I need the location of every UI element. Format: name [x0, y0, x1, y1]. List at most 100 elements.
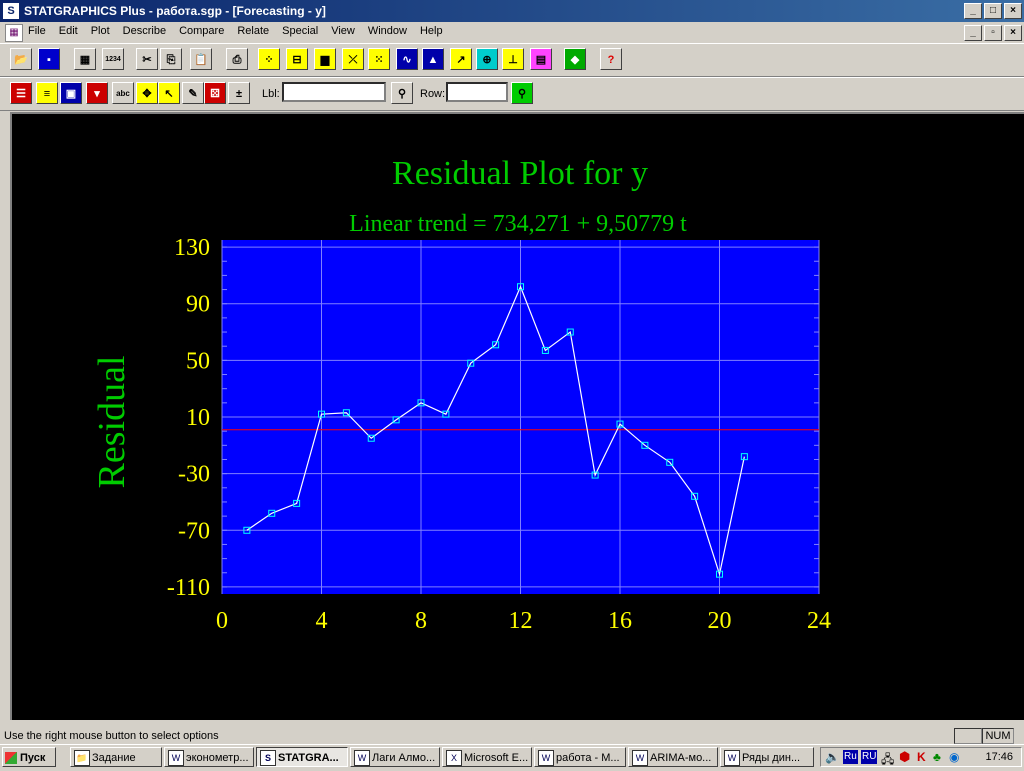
- save-button[interactable]: ▪: [38, 48, 60, 70]
- system-tray: Ru RU 🔈 🖧 ⬢ K ♣ ◉ 17:46: [820, 747, 1022, 767]
- tray-globe-icon[interactable]: ◉: [949, 750, 959, 764]
- open-button[interactable]: 📂: [10, 48, 32, 70]
- print-button[interactable]: ⎙: [226, 48, 248, 70]
- taskbar-button[interactable]: X Microsoft E...: [442, 747, 532, 767]
- keyboard-layout-indicator[interactable]: RU: [861, 750, 878, 764]
- matrix-button[interactable]: ⁙: [368, 48, 390, 70]
- taskbar-button[interactable]: Wэконометр...: [164, 747, 254, 767]
- statadvisor-button[interactable]: ◆: [564, 48, 586, 70]
- task-app-icon: S: [260, 750, 276, 766]
- print-icon: ⎙: [232, 54, 242, 66]
- data-save-button[interactable]: 1234: [102, 48, 124, 70]
- timeseries-icon: ∿: [402, 54, 412, 66]
- paste-button[interactable]: 📋: [190, 48, 212, 70]
- scatter-button[interactable]: ⁘: [258, 48, 280, 70]
- save-results-button[interactable]: ▾: [86, 82, 108, 104]
- start-button[interactable]: Пуск: [2, 747, 56, 767]
- minimize-button[interactable]: _: [964, 3, 982, 19]
- input-dialog-button[interactable]: ☰: [10, 82, 32, 104]
- residual-chart[interactable]: Residual Plot for y Linear trend = 734,2…: [12, 114, 1024, 720]
- y-tick-label: 130: [174, 235, 210, 261]
- y-tick-label: 90: [186, 292, 210, 318]
- close-button[interactable]: ×: [1004, 3, 1022, 19]
- find-row-button[interactable]: ⚲: [511, 82, 533, 104]
- task-app-icon: W: [354, 750, 370, 766]
- help-icon: ?: [607, 54, 615, 66]
- cut-icon: ✂: [142, 54, 152, 66]
- analysis-options-button[interactable]: abc: [112, 82, 134, 104]
- trend-button[interactable]: ↗: [450, 48, 472, 70]
- menu-compare[interactable]: Compare: [179, 25, 224, 37]
- exclude-button[interactable]: ↖: [158, 82, 180, 104]
- menu-special[interactable]: Special: [282, 25, 318, 37]
- lbl-input[interactable]: [282, 82, 386, 102]
- brush-button[interactable]: ✎: [182, 82, 204, 104]
- menu-bar: ▦ File Edit Plot Describe Compare Relate Speci…: [0, 22, 1024, 42]
- find-label-button[interactable]: ⚲: [391, 82, 413, 104]
- spreadsheet-button[interactable]: ▦: [74, 48, 96, 70]
- paste-icon: 📋: [194, 54, 208, 66]
- histogram-button[interactable]: ▆: [314, 48, 336, 70]
- language-indicator[interactable]: Ru: [843, 750, 858, 764]
- plusminus-button[interactable]: ±: [228, 82, 250, 104]
- taskbar-button[interactable]: W Лаги Алмо...: [350, 747, 440, 767]
- taskbar-button[interactable]: W ARIMA-мо...: [628, 747, 718, 767]
- timeseries-button[interactable]: ∿: [396, 48, 418, 70]
- taskbar-button[interactable]: 📁 Задание: [70, 747, 162, 767]
- menu-describe[interactable]: Describe: [123, 25, 166, 37]
- copy-button[interactable]: ⎘: [160, 48, 182, 70]
- menu-edit[interactable]: Edit: [59, 25, 78, 37]
- plot-window[interactable]: Residual Plot for y Linear trend = 734,2…: [10, 112, 1024, 720]
- task-label: Ряды дин...: [742, 752, 801, 764]
- dice-button[interactable]: ⚄: [204, 82, 226, 104]
- graphs-icon: ▣: [65, 88, 77, 100]
- taskbar-button[interactable]: S STATGRA...: [256, 747, 348, 767]
- tree-button[interactable]: ⊥: [502, 48, 524, 70]
- document-icon[interactable]: ▦: [5, 24, 23, 42]
- tree-icon: ⊥: [508, 54, 518, 66]
- xy-button[interactable]: ⤫: [342, 48, 364, 70]
- y-tick-label: 10: [186, 405, 210, 431]
- taskbar-button[interactable]: Wработа - M...: [534, 747, 626, 767]
- trend-icon: ↗: [456, 54, 466, 66]
- kaspersky-icon[interactable]: K: [917, 750, 926, 764]
- chart-subtitle: Linear trend = 734,271 + 9,50779 t: [349, 211, 687, 237]
- help-button[interactable]: ?: [600, 48, 622, 70]
- tray-app-icon[interactable]: ♣: [933, 750, 941, 764]
- brush-icon: ✎: [188, 88, 198, 100]
- menu-items: File Edit Plot Describe Compare Relate Special…: [28, 25, 443, 37]
- task-label: STATGRA...: [278, 752, 339, 764]
- menu-help[interactable]: Help: [420, 25, 443, 37]
- copy-icon: ⎘: [166, 54, 176, 66]
- maximize-button[interactable]: □: [984, 3, 1002, 19]
- doc-restore-button[interactable]: ▫: [984, 25, 1002, 41]
- volume-icon[interactable]: 🔈: [825, 750, 840, 764]
- save-icon: ▪: [47, 54, 51, 66]
- app-icon[interactable]: S: [3, 3, 19, 19]
- cut-button[interactable]: ✂: [136, 48, 158, 70]
- binoculars-icon: ⚲: [517, 88, 527, 100]
- task-app-icon: W: [724, 750, 740, 766]
- status-bar: Use the right mouse button to select opt…: [0, 728, 1024, 744]
- menu-view[interactable]: View: [331, 25, 355, 37]
- qc-button[interactable]: ▤: [530, 48, 552, 70]
- scatter-icon: ⁘: [264, 54, 274, 66]
- doc-close-button[interactable]: ×: [1004, 25, 1022, 41]
- antivirus-icon[interactable]: ⬢: [899, 749, 910, 765]
- distribution-button[interactable]: ▲: [422, 48, 444, 70]
- boxplot-button[interactable]: ⊟: [286, 48, 308, 70]
- taskbar-button[interactable]: W Ряды дин...: [720, 747, 814, 767]
- globe-button[interactable]: ⊕: [476, 48, 498, 70]
- row-input[interactable]: [446, 82, 508, 102]
- doc-minimize-button[interactable]: _: [964, 25, 982, 41]
- menu-relate[interactable]: Relate: [237, 25, 269, 37]
- graphs-button[interactable]: ▣: [60, 82, 82, 104]
- document-window-controls: _ ▫ ×: [964, 25, 1022, 41]
- menu-file[interactable]: File: [28, 25, 46, 37]
- task-app-icon: X: [446, 750, 462, 766]
- pane-options-button[interactable]: ✥: [136, 82, 158, 104]
- qc-icon: ▤: [535, 54, 547, 66]
- menu-window[interactable]: Window: [368, 25, 407, 37]
- tables-button[interactable]: ≡: [36, 82, 58, 104]
- menu-plot[interactable]: Plot: [91, 25, 110, 37]
